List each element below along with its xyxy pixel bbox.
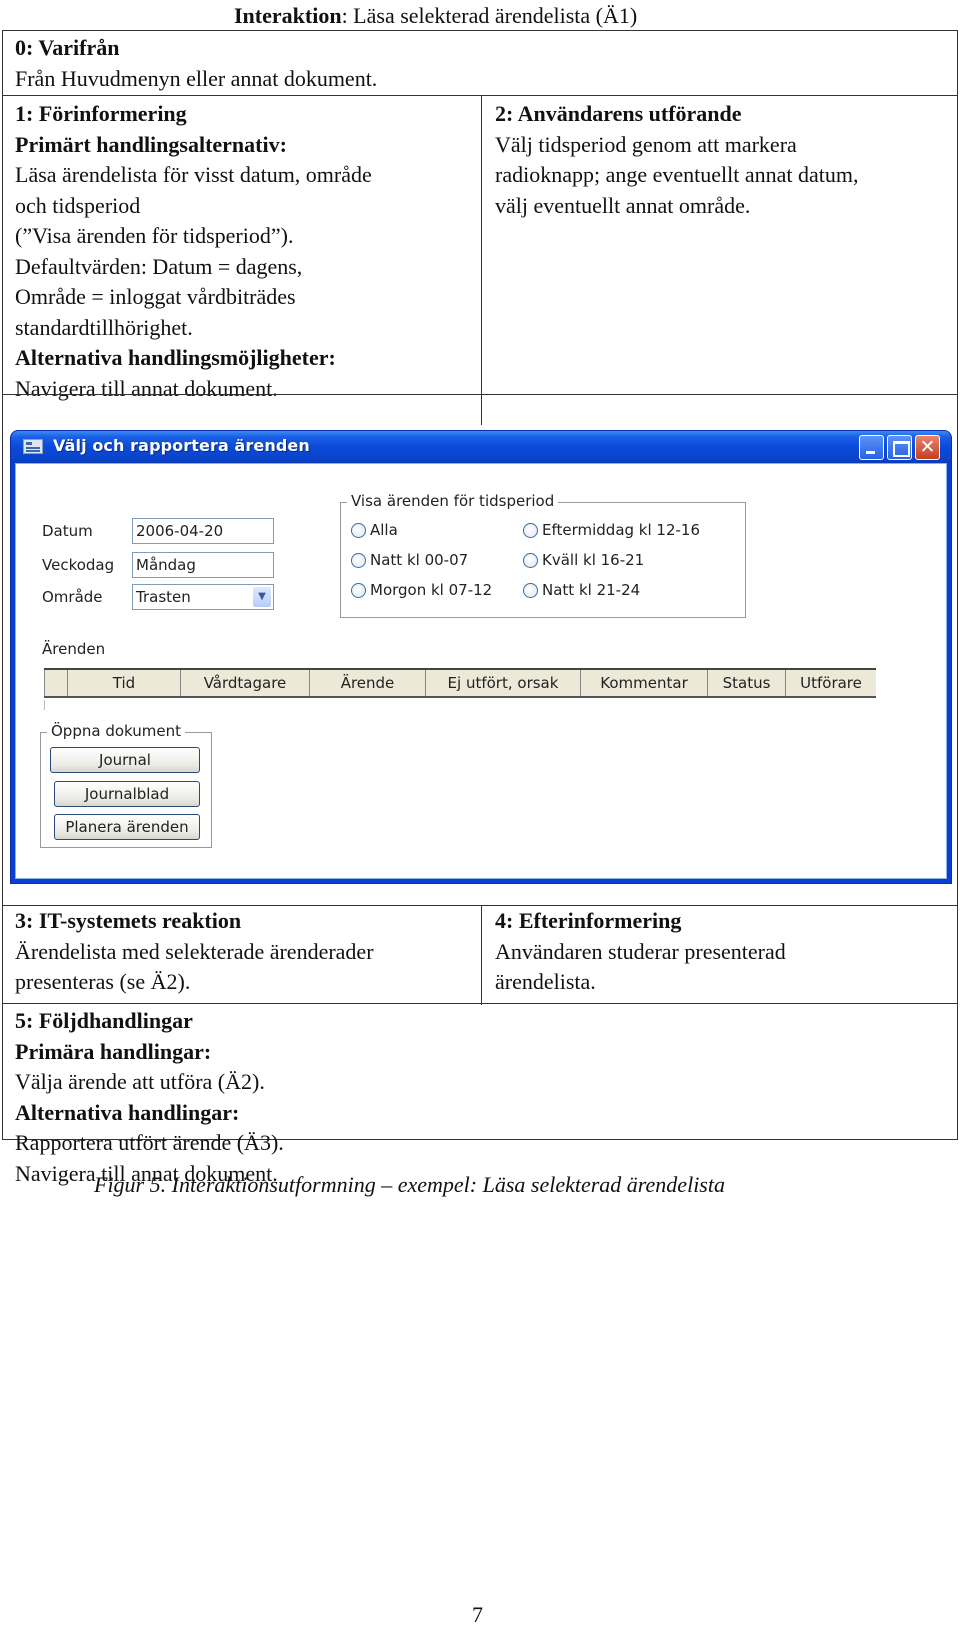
maximize-button[interactable]: [887, 435, 912, 460]
radio-natt-00-07[interactable]: Natt kl 00-07: [351, 551, 468, 569]
section-0-cell: 0: Varifrån Från Huvudmenyn eller annat …: [3, 31, 953, 96]
omrade-value: Trasten: [136, 588, 191, 606]
section-3-line: Ärendelista med selekterade ärenderader: [15, 938, 374, 964]
period-legend: Visa ärenden för tidsperiod: [347, 492, 559, 510]
section-4-line: ärendelista.: [495, 969, 596, 994]
section-5-line: Rapportera utfört ärende (Ä3).: [15, 1130, 284, 1155]
section-1-line: Navigera till annat dokument.: [15, 375, 278, 401]
section-5-sub1: Primära handlingar:: [15, 1038, 212, 1064]
radio-label: Kväll kl 16-21: [542, 551, 645, 569]
radio-kvall[interactable]: Kväll kl 16-21: [523, 551, 644, 569]
close-button[interactable]: ✕: [915, 435, 940, 460]
section-2-line: radioknapp; ange eventuellt annat datum,: [495, 162, 859, 187]
section-5-sub2: Alternativa handlingar:: [15, 1099, 240, 1125]
section-1-line: Defaultvärden: Datum = dagens,: [15, 253, 303, 279]
section-2-cell: 2: Användarens utförande Välj tidsperiod…: [483, 97, 953, 223]
radio-label: Morgon kl 07-12: [370, 581, 493, 599]
radio-circle-icon: [523, 582, 538, 598]
section-5-cell: 5: Följdhandlingar Primära handlingar: V…: [3, 1004, 953, 1191]
section-4-heading: 4: Efterinformering: [495, 908, 682, 933]
window-body: Datum 2006-04-20 Veckodag Måndag Område …: [15, 463, 947, 879]
radio-alla[interactable]: Alla: [351, 521, 398, 539]
app-window: Välj och rapportera ärenden ✕ Datum 2006…: [10, 430, 952, 884]
omrade-label: Område: [42, 588, 103, 606]
omrade-select[interactable]: Trasten ▼: [132, 584, 274, 610]
radio-label: Natt kl 00-07: [370, 551, 469, 569]
radio-circle-icon: [351, 522, 366, 538]
period-group: Visa ärenden för tidsperiod Alla Natt kl…: [340, 492, 746, 618]
title-bold: Interaktion: [234, 3, 342, 28]
section-3-cell: 3: IT-systemets reaktion Ärendelista med…: [3, 904, 473, 1000]
open-docs-group: Öppna dokument Journal Journalblad Plane…: [40, 722, 212, 848]
column-header-ej-utfort[interactable]: Ej utfört, orsak: [426, 670, 581, 696]
section-3-heading: 3: IT-systemets reaktion: [15, 908, 242, 933]
section-2-line: Välj tidsperiod genom att markera: [495, 131, 797, 157]
radio-circle-icon: [351, 582, 366, 598]
journalblad-button[interactable]: Journalblad: [54, 781, 200, 807]
radio-eftermiddag[interactable]: Eftermiddag kl 12-16: [523, 521, 700, 539]
section-5-heading: 5: Följdhandlingar: [15, 1008, 193, 1033]
arenden-label: Ärenden: [42, 640, 106, 658]
section-1-line: och tidsperiod: [15, 192, 141, 218]
form-icon: [23, 439, 43, 454]
section-3-line: presenteras (se Ä2).: [15, 969, 191, 994]
column-header-status[interactable]: Status: [708, 670, 786, 696]
chevron-down-icon[interactable]: ▼: [253, 587, 271, 607]
section-1-line: standardtillhörighet.: [15, 314, 193, 340]
section-4-cell: 4: Efterinformering Användaren studerar …: [483, 904, 953, 1000]
journal-button[interactable]: Journal: [50, 747, 200, 773]
section-4-line: Användaren studerar presenterad: [495, 938, 786, 964]
column-header-kommentar[interactable]: Kommentar: [581, 670, 708, 696]
section-1-line: Läsa ärendelista för visst datum, område: [15, 162, 372, 187]
column-divider: [481, 95, 482, 425]
radio-circle-icon: [523, 552, 538, 568]
column-header-arende[interactable]: Ärende: [310, 670, 426, 696]
open-docs-legend: Öppna dokument: [47, 722, 185, 740]
column-header-vardtagare[interactable]: Vårdtagare: [181, 670, 310, 696]
section-1-cell: 1: Förinformering Primärt handlingsalter…: [3, 97, 473, 406]
row-divider: [3, 95, 957, 96]
title-rest: : Läsa selekterad ärendelista (Ä1): [341, 3, 638, 28]
veckodag-label: Veckodag: [42, 556, 115, 574]
section-1-line: Område = inloggat vårdbiträdes: [15, 284, 296, 309]
window-title: Välj och rapportera ärenden: [53, 436, 310, 455]
datum-label: Datum: [42, 522, 93, 540]
section-2-line: välj eventuellt annat område.: [495, 192, 751, 218]
row-selector-header[interactable]: [44, 670, 68, 696]
section-2-heading: 2: Användarens utförande: [495, 101, 742, 126]
row-divider: [3, 394, 957, 395]
page-number: 7: [472, 1602, 483, 1627]
table-row[interactable]: [44, 700, 876, 710]
radio-label: Eftermiddag kl 12-16: [542, 521, 701, 539]
planera-arenden-button[interactable]: Planera ärenden: [54, 814, 200, 840]
minimize-button[interactable]: [859, 435, 884, 460]
section-0-heading: 0: Varifrån: [15, 35, 120, 60]
column-header-tid[interactable]: Tid: [68, 670, 181, 696]
caption-text: Figur 5. Interaktionsutformning – exempe…: [94, 1172, 725, 1197]
section-1-line: (”Visa ärenden för tidsperiod”).: [15, 223, 294, 248]
radio-label: Alla: [370, 521, 398, 539]
radio-natt-21-24[interactable]: Natt kl 21-24: [523, 581, 640, 599]
radio-morgon[interactable]: Morgon kl 07-12: [351, 581, 492, 599]
section-0-text: Från Huvudmenyn eller annat dokument.: [15, 65, 378, 91]
section-1-sub2: Alternativa handlingsmöjligheter:: [15, 345, 336, 370]
section-1-heading: 1: Förinformering: [15, 101, 187, 126]
column-divider: [481, 905, 482, 1005]
radio-circle-icon: [351, 552, 366, 568]
section-1-sub1: Primärt handlingsalternativ:: [15, 131, 287, 157]
veckodag-input[interactable]: Måndag: [132, 552, 274, 578]
close-icon: ✕: [919, 436, 936, 458]
datum-input[interactable]: 2006-04-20: [132, 518, 274, 544]
radio-circle-icon: [523, 522, 538, 538]
radio-label: Natt kl 21-24: [542, 581, 641, 599]
column-header-utforare[interactable]: Utförare: [786, 670, 876, 696]
window-titlebar[interactable]: Välj och rapportera ärenden ✕: [11, 431, 951, 463]
arenden-grid-header: Tid Vårdtagare Ärende Ej utfört, orsak K…: [44, 668, 876, 698]
section-5-line: Välja ärende att utföra (Ä2).: [15, 1069, 265, 1094]
